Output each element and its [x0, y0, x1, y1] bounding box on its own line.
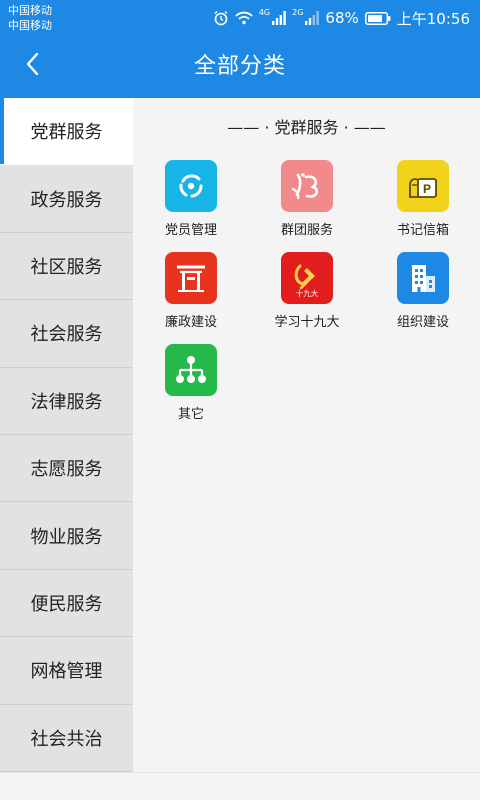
tile-integrity-building[interactable]: 廉政建设 — [133, 252, 249, 330]
sidebar-item-co-governance[interactable]: 社会共治 — [0, 705, 133, 772]
sidebar-item-label: 党群服务 — [30, 122, 103, 144]
sidebar-item-label: 物业服务 — [30, 526, 103, 548]
sidebar-item-property[interactable]: 物业服务 — [0, 502, 133, 570]
party-emblem-text: 十九大 — [296, 288, 319, 298]
tile-label: 其它 — [177, 407, 204, 422]
sidebar-item-label: 法律服务 — [30, 391, 103, 413]
app-header: 全部分类 — [0, 36, 480, 98]
network-type-1-label: 4G — [258, 7, 271, 17]
member-management-icon — [165, 160, 217, 212]
sidebar-item-label: 网格管理 — [30, 661, 103, 683]
tile-label: 学习十九大 — [274, 315, 340, 330]
sidebar-item-label: 政务服务 — [30, 189, 103, 211]
tile-other[interactable]: 其它 — [133, 344, 249, 422]
tile-label: 廉政建设 — [164, 315, 217, 330]
org-tree-icon — [165, 344, 217, 396]
sidebar-item-label: 社区服务 — [30, 256, 103, 278]
status-bar: 中国移动 中国移动 4G 2G 68% 上午10:56 — [0, 0, 480, 36]
sidebar-item-legal[interactable]: 法律服务 — [0, 368, 133, 435]
bottom-edge — [0, 772, 480, 800]
carrier-1-label: 中国移动 — [8, 4, 52, 17]
sidebar-item-party-mass[interactable]: 党群服务 — [0, 98, 133, 166]
network-type-2-label: 2G — [292, 7, 304, 17]
category-sidebar: 党群服务 政务服务 社区服务 社会服务 法律服务 志愿服务 物业服务 便民服务 … — [0, 98, 133, 772]
gate-icon — [165, 252, 217, 304]
page-title: 全部分类 — [193, 54, 286, 79]
sidebar-item-community[interactable]: 社区服务 — [0, 233, 133, 301]
tile-study-19th-congress[interactable]: 十九大 学习十九大 — [249, 252, 365, 330]
group-service-icon — [281, 160, 333, 212]
sidebar-item-social[interactable]: 社会服务 — [0, 300, 133, 368]
alarm-icon — [213, 10, 229, 26]
status-indicators: 4G 2G 68% 上午10:56 — [213, 6, 470, 30]
sidebar-item-label: 便民服务 — [30, 593, 103, 615]
sidebar-item-convenience[interactable]: 便民服务 — [0, 570, 133, 638]
tile-group-service[interactable]: 群团服务 — [249, 160, 365, 238]
signal-icon — [272, 11, 286, 25]
carrier-2-label: 中国移动 — [8, 19, 52, 32]
battery-percent-label: 68% — [325, 9, 359, 27]
tile-label: 群团服务 — [280, 223, 333, 238]
building-icon — [397, 252, 449, 304]
clock-label: 上午10:56 — [396, 9, 470, 28]
section-title: —— · 党群服务 · —— — [227, 118, 386, 137]
tile-member-management[interactable]: 党员管理 — [133, 160, 249, 238]
sidebar-item-volunteer[interactable]: 志愿服务 — [0, 435, 133, 503]
sidebar-item-label: 社会共治 — [30, 728, 103, 750]
tile-label: 书记信箱 — [396, 223, 449, 238]
mailbox-icon: P — [397, 160, 449, 212]
wifi-icon — [235, 11, 253, 25]
tile-label: 党员管理 — [164, 223, 217, 238]
party-emblem-icon: 十九大 — [281, 252, 333, 304]
sidebar-item-label: 社会服务 — [30, 324, 103, 346]
tile-label: 组织建设 — [396, 315, 449, 330]
signal-icon — [305, 11, 320, 25]
carrier-info: 中国移动 中国移动 — [8, 3, 52, 33]
sidebar-item-label: 志愿服务 — [30, 459, 103, 481]
tile-secretary-mailbox[interactable]: P 书记信箱 — [365, 160, 480, 238]
sidebar-item-government[interactable]: 政务服务 — [0, 165, 133, 233]
battery-icon — [364, 11, 391, 25]
category-content: —— · 党群服务 · —— 党员管理 群团服务 P 书记信箱 廉政建设 十九大… — [133, 98, 480, 772]
sidebar-item-grid-management[interactable]: 网格管理 — [0, 637, 133, 705]
tile-organization-building[interactable]: 组织建设 — [365, 252, 480, 330]
svg-text:P: P — [423, 182, 431, 196]
